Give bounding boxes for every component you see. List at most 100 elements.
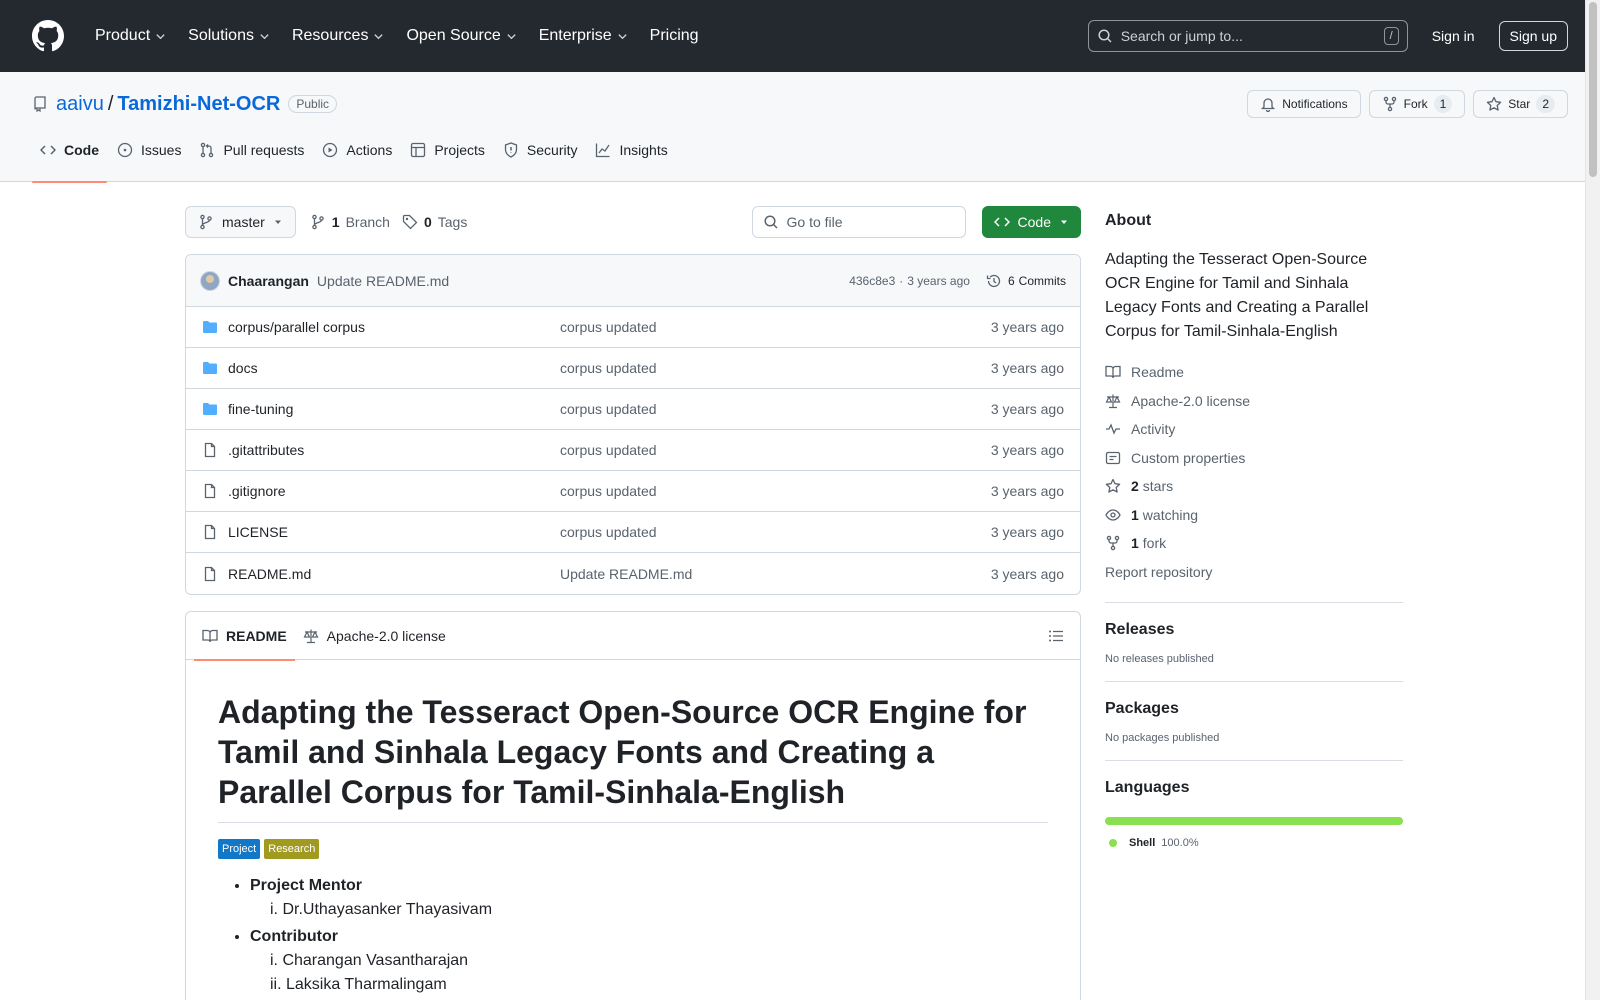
play-icon	[323, 142, 338, 158]
report-repository-link[interactable]: Report repository	[1105, 558, 1403, 587]
file-name-link[interactable]: corpus/parallel corpus	[228, 319, 560, 335]
git-branch-icon	[312, 214, 324, 230]
table-row[interactable]: LICENSE corpus updated 3 years ago	[186, 512, 1080, 553]
tag-count: 0	[423, 214, 432, 230]
releases-heading[interactable]: Releases	[1105, 621, 1174, 638]
readme-people-list: Project Mentor i. Dr.Uthayasanker Thayas…	[218, 877, 1048, 997]
file-commit-message[interactable]: corpus updated	[560, 442, 991, 458]
repo-tabs: Code Issues Pull requests Actions Projec…	[32, 132, 1568, 183]
github-logo-icon[interactable]	[32, 20, 86, 52]
nav-open-source[interactable]: Open Source	[397, 21, 525, 51]
releases-section: Releases No releases published	[1105, 602, 1403, 665]
readme-link[interactable]: Readme	[1105, 358, 1403, 387]
branch-name: master	[222, 214, 265, 230]
commit-hash-link[interactable]: 436c8e3	[849, 274, 895, 288]
tab-security[interactable]: Security	[495, 132, 586, 182]
file-commit-message[interactable]: corpus updated	[560, 524, 991, 540]
file-icon	[204, 483, 216, 499]
tags-link[interactable]: 0 Tags	[402, 214, 467, 230]
activity-link[interactable]: Activity	[1105, 415, 1403, 444]
tab-license[interactable]: Apache-2.0 license	[295, 612, 454, 660]
branch-select-button[interactable]: master	[185, 206, 296, 238]
list-unordered-icon[interactable]	[1048, 628, 1064, 644]
about-description: Adapting the Tesseract Open-Source OCR E…	[1105, 251, 1369, 340]
file-commit-message[interactable]: corpus updated	[560, 483, 991, 499]
custom-properties-link[interactable]: Custom properties	[1105, 444, 1403, 473]
file-name-link[interactable]: README.md	[228, 566, 560, 582]
commit-message-link[interactable]: Update README.md	[317, 273, 449, 289]
tab-actions[interactable]: Actions	[314, 132, 400, 182]
tab-label: Actions	[346, 142, 393, 158]
about-heading: About	[1105, 212, 1152, 229]
tab-pull-requests[interactable]: Pull requests	[191, 132, 312, 182]
scrollbar-thumb[interactable]	[1589, 2, 1597, 177]
watchers-link[interactable]: 1 watching	[1105, 501, 1403, 530]
file-name-link[interactable]: LICENSE	[228, 524, 560, 540]
table-row[interactable]: docs corpus updated 3 years ago	[186, 348, 1080, 389]
languages-section: Languages Shell 100.0%	[1105, 760, 1403, 849]
star-button[interactable]: Star 2	[1473, 90, 1568, 118]
nav-solutions[interactable]: Solutions	[179, 21, 279, 51]
repo-owner-link[interactable]: aaivu	[56, 93, 104, 116]
commits-count: 6	[1007, 273, 1015, 288]
file-commit-message[interactable]: corpus updated	[560, 401, 991, 417]
tab-label: Pull requests	[223, 142, 305, 158]
file-commit-message[interactable]: corpus updated	[560, 319, 991, 335]
tab-projects[interactable]: Projects	[402, 132, 493, 182]
forks-link[interactable]: 1 fork	[1105, 529, 1403, 558]
tab-code[interactable]: Code	[32, 132, 107, 183]
file-name-link[interactable]: fine-tuning	[228, 401, 560, 417]
table-row[interactable]: README.md Update README.md 3 years ago	[186, 553, 1080, 594]
sign-in-link[interactable]: Sign in	[1432, 28, 1475, 44]
table-row[interactable]: .gitattributes corpus updated 3 years ago	[186, 430, 1080, 471]
nav-label: Pricing	[649, 27, 699, 44]
branches-link[interactable]: 1 Branch	[310, 214, 390, 230]
badge-project[interactable]: Project	[218, 839, 261, 859]
avatar[interactable]	[200, 270, 220, 291]
repo-name-link[interactable]: Tamizhi-Net-OCR	[117, 93, 280, 116]
stars-link[interactable]: 2 stars	[1105, 472, 1403, 501]
nav-label: Solutions	[188, 27, 254, 44]
tab-issues[interactable]: Issues	[109, 132, 189, 182]
fork-icon	[1383, 96, 1396, 112]
tab-insights[interactable]: Insights	[587, 132, 675, 182]
file-commit-message[interactable]: corpus updated	[560, 360, 991, 376]
packages-heading[interactable]: Packages	[1105, 700, 1179, 717]
file-name-link[interactable]: .gitignore	[228, 483, 560, 499]
file-commit-date: 3 years ago	[990, 483, 1064, 499]
file-name-link[interactable]: docs	[228, 360, 560, 376]
tab-readme[interactable]: README	[194, 612, 295, 661]
chevron-down-icon	[260, 33, 269, 39]
language-item[interactable]: Shell 100.0%	[1105, 837, 1403, 849]
repo-icon	[34, 96, 46, 112]
nav-enterprise[interactable]: Enterprise	[530, 21, 637, 51]
watching-count: 1	[1131, 506, 1139, 523]
table-row[interactable]: .gitignore corpus updated 3 years ago	[186, 471, 1080, 512]
code-dropdown-button[interactable]: Code	[981, 206, 1081, 238]
page-scrollbar[interactable]	[1585, 0, 1600, 1000]
file-commit-date: 3 years ago	[990, 401, 1064, 417]
nav-pricing[interactable]: Pricing	[641, 21, 708, 51]
badge-research[interactable]: Research	[264, 839, 320, 859]
table-row[interactable]: corpus/parallel corpus corpus updated 3 ye…	[186, 307, 1080, 348]
file-commit-message[interactable]: Update README.md	[560, 566, 991, 582]
file-commit-date: 3 years ago	[990, 360, 1064, 376]
commit-author-link[interactable]: Chaarangan	[228, 273, 309, 289]
nav-resources[interactable]: Resources	[283, 21, 393, 51]
file-icon	[204, 442, 216, 458]
nav-product[interactable]: Product	[86, 21, 175, 51]
file-name-link[interactable]: .gitattributes	[228, 442, 560, 458]
license-link[interactable]: Apache-2.0 license	[1105, 387, 1403, 416]
list-item: Contributor i. Charangan Vasantharajan i…	[250, 928, 1048, 997]
chevron-down-icon	[618, 33, 627, 39]
table-row[interactable]: fine-tuning corpus updated 3 years ago	[186, 389, 1080, 430]
mentor-list: i. Dr.Uthayasanker Thayasivam	[250, 898, 1048, 922]
commits-label: Commits	[1018, 273, 1066, 288]
commits-history-link[interactable]: 6 Commits	[986, 273, 1066, 289]
notifications-button[interactable]: Notifications	[1247, 90, 1361, 118]
go-to-file-input[interactable]: Go to file	[751, 206, 966, 238]
search-input[interactable]: Search or jump to... /	[1087, 20, 1408, 52]
fork-button[interactable]: Fork 1	[1368, 90, 1466, 118]
sign-up-button[interactable]: Sign up	[1498, 21, 1568, 51]
forks-label: fork	[1142, 535, 1167, 552]
